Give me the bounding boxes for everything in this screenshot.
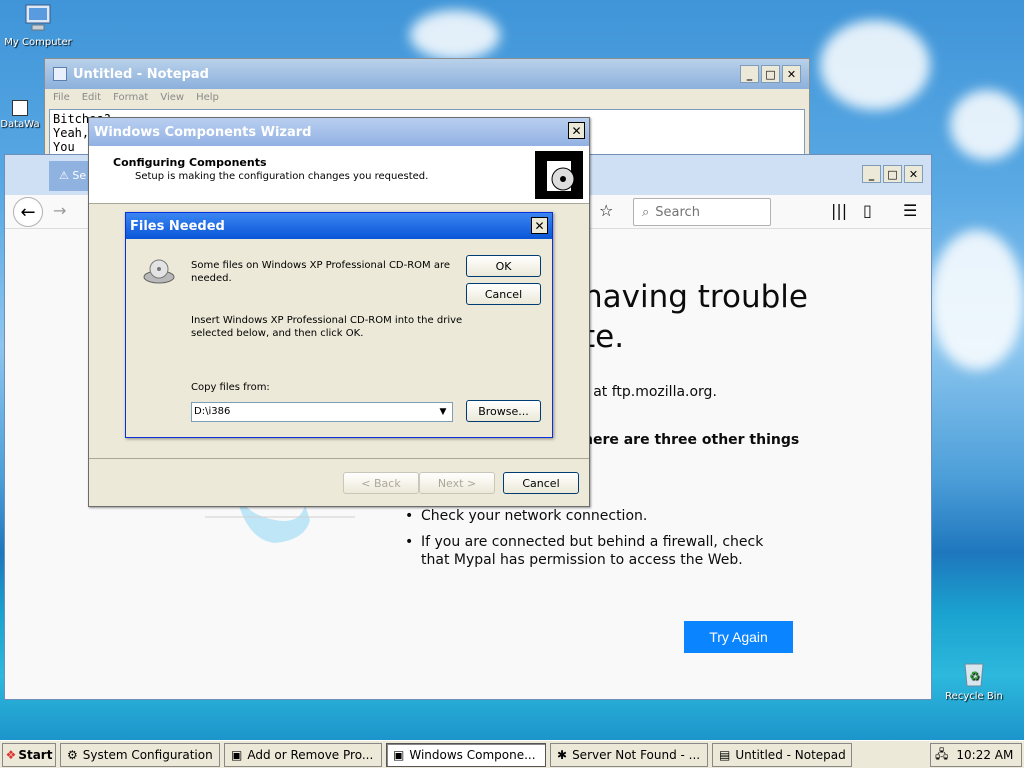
files-needed-dialog[interactable]: Files Needed ✕ Some files on Windows XP … [125, 212, 553, 438]
ok-button[interactable]: OK [466, 255, 541, 277]
search-input[interactable]: ⌕ Search [633, 198, 771, 226]
taskbar-item-system-configuration[interactable]: ⚙ System Configuration [60, 742, 220, 767]
files-needed-message: Some files on Windows XP Professional CD… [191, 259, 450, 285]
message-line: selected below, and then click OK. [191, 328, 364, 339]
menu-edit[interactable]: Edit [82, 92, 101, 104]
windows-logo-icon: ❖ [5, 747, 17, 762]
bookmark-star-icon[interactable]: ☆ [599, 201, 613, 220]
files-needed-title: Files Needed [130, 218, 225, 234]
cd-drive-icon [142, 255, 176, 292]
browser-icon: ✱ [557, 747, 568, 762]
notepad-titlebar[interactable]: Untitled - Notepad _ □ ✕ [45, 59, 809, 89]
close-button[interactable]: ✕ [531, 217, 548, 234]
close-button[interactable]: ✕ [904, 165, 923, 183]
copy-from-label: Copy files from: [191, 382, 270, 393]
menu-help[interactable]: Help [196, 92, 219, 104]
error-title: naving trouble [583, 279, 808, 315]
maximize-button[interactable]: □ [761, 65, 780, 83]
close-button[interactable]: ✕ [782, 65, 801, 83]
files-needed-instruction: Insert Windows XP Professional CD-ROM in… [191, 314, 462, 340]
svg-text:♻: ♻ [969, 669, 980, 683]
network-icon[interactable]: 🖧 [935, 745, 948, 766]
menu-format[interactable]: Format [113, 92, 148, 104]
library-icon[interactable]: ||| [831, 201, 847, 220]
error-three-text: here are three other things [583, 432, 800, 448]
wizard-footer-divider [89, 458, 589, 459]
desktop-icon-recycle-bin[interactable]: ♻ Recycle Bin [936, 656, 1012, 702]
back-arrow-icon: ← [20, 201, 36, 223]
browse-button[interactable]: Browse... [466, 400, 541, 422]
wizard-subheading: Setup is making the configuration change… [135, 171, 429, 182]
search-placeholder: Search [655, 204, 700, 220]
copy-from-combobox[interactable]: D:\i386 ▼ [191, 402, 453, 422]
taskbar-item-add-remove[interactable]: ▣ Add or Remove Pro... [224, 742, 382, 767]
wizard-icon: ▣ [393, 747, 405, 762]
desktop-icon-my-computer[interactable]: My Computer [0, 2, 76, 48]
error-suggestion-list: Check your network connection. If you ar… [405, 507, 785, 577]
notepad-icon [53, 67, 67, 81]
task-label: Add or Remove Pro... [247, 747, 374, 762]
close-button[interactable]: ✕ [568, 122, 585, 139]
sidebar-icon[interactable]: ▯ [863, 201, 872, 220]
clock[interactable]: 10:22 AM [956, 748, 1013, 762]
dropdown-arrow-icon[interactable]: ▼ [435, 404, 451, 420]
path-value: D:\i386 [194, 406, 231, 417]
minimize-button[interactable]: _ [740, 65, 759, 83]
menu-file[interactable]: File [53, 92, 70, 104]
message-line: Insert Windows XP Professional CD-ROM in… [191, 315, 463, 326]
cd-box-icon [535, 151, 583, 199]
cancel-button[interactable]: Cancel [503, 472, 579, 494]
notepad-menubar: File Edit Format View Help [45, 89, 809, 107]
wizard-titlebar[interactable]: Windows Components Wizard ✕ [89, 118, 589, 146]
taskbar-item-notepad[interactable]: ▤ Untitled - Notepad [712, 742, 852, 767]
menu-view[interactable]: View [160, 92, 184, 104]
maximize-button[interactable]: □ [883, 165, 902, 183]
menu-icon[interactable]: ☰ [903, 201, 917, 220]
task-label: System Configuration [82, 747, 213, 762]
recycle-bin-icon: ♻ [958, 656, 990, 688]
wizard-header: Configuring Components Setup is making t… [89, 146, 589, 204]
message-line: Some files on Windows XP Professional CD… [191, 260, 451, 271]
start-button[interactable]: ❖ Start [2, 742, 56, 767]
error-ftp-text: r at ftp.mozilla.org. [583, 384, 717, 400]
desktop-icon-datawa[interactable]: DataWa [0, 100, 50, 130]
taskbar-item-windows-components[interactable]: ▣ Windows Compone... [386, 742, 546, 767]
start-label: Start [18, 747, 53, 762]
back-button[interactable]: < Back [343, 472, 419, 494]
try-again-button[interactable]: Try Again [684, 621, 793, 653]
desktop-icon-label: My Computer [4, 37, 72, 48]
wizard-title: Windows Components Wizard [94, 124, 312, 140]
minimize-button[interactable]: _ [862, 165, 881, 183]
task-label: Windows Compone... [409, 747, 536, 762]
task-label: Untitled - Notepad [735, 747, 846, 762]
back-button[interactable]: ← [13, 197, 43, 227]
task-label: Server Not Found - ... [572, 747, 701, 762]
notepad-icon: ▤ [719, 747, 731, 762]
cancel-button[interactable]: Cancel [466, 283, 541, 305]
files-needed-titlebar[interactable]: Files Needed ✕ [126, 213, 552, 239]
desktop-icon-label: Recycle Bin [945, 691, 1003, 702]
taskbar: ❖ Start ⚙ System Configuration ▣ Add or Rem… [0, 740, 1024, 768]
add-remove-icon: ▣ [231, 747, 243, 762]
search-icon: ⌕ [642, 204, 650, 220]
warning-icon: ⚠ [59, 169, 73, 182]
notepad-title: Untitled - Notepad [73, 66, 209, 82]
msconfig-icon: ⚙ [67, 747, 78, 762]
taskbar-item-server-not-found[interactable]: ✱ Server Not Found - ... [550, 742, 708, 767]
system-tray: 🖧 10:22 AM [930, 743, 1022, 767]
message-line: needed. [191, 273, 232, 284]
desktop-icon-label: DataWa [0, 119, 40, 130]
next-button[interactable]: Next > [419, 472, 495, 494]
shortcut-icon [12, 100, 28, 116]
list-item: Check your network connection. [405, 507, 785, 525]
list-item: If you are connected but behind a firewa… [405, 533, 785, 569]
forward-button[interactable]: → [53, 201, 66, 220]
tab-label: Se [72, 169, 87, 182]
wizard-heading: Configuring Components [113, 156, 267, 169]
my-computer-icon [22, 2, 54, 34]
